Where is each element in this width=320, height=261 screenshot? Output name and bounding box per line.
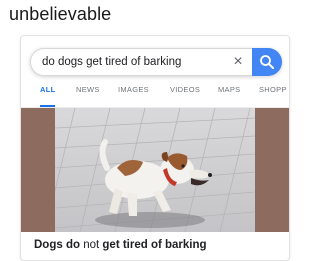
tab-videos[interactable]: VIDEOS xyxy=(170,83,200,105)
tab-maps[interactable]: MAPS xyxy=(218,83,240,105)
search-input[interactable] xyxy=(42,54,222,70)
search-tabs: ALL NEWS IMAGES VIDEOS MAPS SHOPP xyxy=(21,83,289,108)
tab-all[interactable]: ALL xyxy=(40,83,56,107)
result-title[interactable]: Dogs do not get tired of barking xyxy=(34,239,207,251)
result-title-part3: get tired of barking xyxy=(102,239,207,251)
meme-caption: unbelievable xyxy=(9,4,112,24)
tab-shopping[interactable]: SHOPP xyxy=(259,83,287,105)
search-button[interactable] xyxy=(252,48,282,76)
tab-news[interactable]: NEWS xyxy=(76,83,100,105)
result-title-part1: Dogs do xyxy=(34,239,80,251)
tab-images[interactable]: IMAGES xyxy=(118,83,149,105)
search-results-card: × ALL NEWS IMAGES VIDEOS MAPS SHOPP xyxy=(20,35,290,261)
close-icon[interactable]: × xyxy=(228,51,248,73)
result-title-emphasis: not xyxy=(83,239,100,251)
dog-photo xyxy=(55,108,255,232)
search-icon xyxy=(260,55,274,69)
search-bar[interactable]: × xyxy=(30,48,282,76)
result-image[interactable] xyxy=(21,108,289,232)
